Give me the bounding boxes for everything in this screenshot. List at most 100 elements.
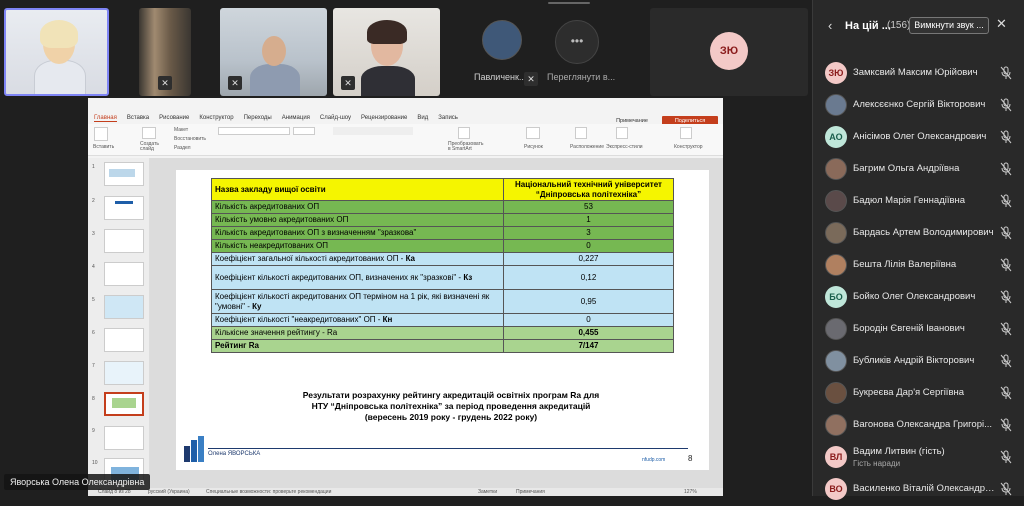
- font-name-select[interactable]: [218, 127, 290, 135]
- slide-page-number: 8: [688, 454, 693, 463]
- participant-row[interactable]: Бешта Лілія Валеріївна: [813, 250, 1024, 282]
- paste-button[interactable]: Вставить: [93, 144, 114, 150]
- university-logo-icon: [184, 436, 204, 462]
- table-row: Коефіцієнт кількості "неакредитованих" О…: [211, 313, 674, 327]
- video-tile-4[interactable]: ✕: [333, 8, 440, 96]
- more-icon: •••: [555, 20, 599, 64]
- slide-thumbnail[interactable]: [104, 262, 144, 286]
- avatar: БО: [825, 286, 847, 308]
- muted-mic-icon: [1000, 482, 1012, 496]
- back-chevron-icon[interactable]: ‹: [828, 18, 832, 33]
- layout-button[interactable]: Макет: [174, 127, 188, 133]
- slide-thumbnail-selected[interactable]: [104, 392, 144, 416]
- participant-row[interactable]: Алексєєнко Сергій Вікторович: [813, 90, 1024, 122]
- participant-row[interactable]: БО Бойко Олег Олександрович: [813, 282, 1024, 314]
- panel-header: ‹ На цій ... (156) Вимкнути звук ... ✕: [813, 0, 1024, 52]
- table-row: Кількість неакредитованих ОП 0: [211, 239, 674, 253]
- participant-row[interactable]: Букреєва Дар'я Сергіївна: [813, 378, 1024, 410]
- notes-toggle[interactable]: Заметки: [478, 489, 497, 495]
- arrange-button[interactable]: Расположение: [570, 144, 604, 150]
- muted-mic-icon: ✕: [228, 76, 242, 90]
- slide-thumbnail[interactable]: [104, 295, 144, 319]
- tab-design[interactable]: Конструктор: [199, 115, 233, 121]
- participant-row[interactable]: ВО Василенко Віталій Олександро...: [813, 474, 1024, 506]
- slide-thumbnail[interactable]: [104, 229, 144, 253]
- paragraph-tools[interactable]: [333, 127, 413, 135]
- status-accessibility[interactable]: Специальные возможности: проверьте реком…: [206, 489, 331, 495]
- video-tile-2[interactable]: ✕: [139, 8, 191, 96]
- video-tile-initials[interactable]: ЗЮ: [650, 8, 808, 96]
- new-slide-button[interactable]: Создать слайд: [140, 142, 160, 152]
- tab-record[interactable]: Запись: [438, 115, 458, 121]
- caption-line: (вересень 2019 року - грудень 2022 року): [364, 412, 538, 422]
- accreditation-table: Назва закладу вищої освіти Національний …: [211, 178, 674, 353]
- status-language[interactable]: русский (Украина): [148, 489, 190, 495]
- slide-thumbnail[interactable]: [104, 361, 144, 385]
- table-row: Кількість акредитованих ОП 53: [211, 200, 674, 214]
- designer-icon[interactable]: [680, 127, 692, 139]
- participant-row[interactable]: Вагонова Олександра Григорі...: [813, 410, 1024, 442]
- tab-insert[interactable]: Вставка: [127, 115, 149, 121]
- participant-row[interactable]: Бородін Євгеній Іванович: [813, 314, 1024, 346]
- slide: Назва закладу вищої освіти Національний …: [176, 170, 709, 470]
- participant-row[interactable]: Бардась Артем Володимирович: [813, 218, 1024, 250]
- more-participants-tile[interactable]: ••• Переглянути в...: [545, 8, 625, 88]
- section-button[interactable]: Раздел: [174, 145, 191, 151]
- participant-row[interactable]: Бубликів Андрій Вікторович: [813, 346, 1024, 378]
- quick-styles-button[interactable]: Экспресс-стили: [606, 144, 643, 150]
- slide-thumbnail[interactable]: [104, 328, 144, 352]
- tab-view[interactable]: Вид: [417, 115, 428, 121]
- convert-smartart-icon[interactable]: [458, 127, 470, 139]
- thumb-number: 3: [92, 231, 95, 237]
- thumb-number: 1: [92, 164, 95, 170]
- row-value: 3: [503, 226, 674, 240]
- participant-name: Бойко Олег Олександрович: [853, 291, 976, 302]
- picture-button[interactable]: Рисунок: [524, 144, 543, 150]
- convert-smartart-button[interactable]: Преобразовать в SmartArt: [448, 142, 486, 152]
- participant-row[interactable]: ЗЮ Замксвий Максим Юрійович: [813, 58, 1024, 90]
- arrange-icon[interactable]: [575, 127, 587, 139]
- slide-thumbnail[interactable]: [104, 196, 144, 220]
- avatar: [825, 94, 847, 116]
- row-value: 0,227: [503, 252, 674, 266]
- participant-photo-tile[interactable]: Павличенк... ✕: [470, 8, 550, 88]
- mute-all-button[interactable]: Вимкнути звук ...: [909, 17, 989, 34]
- quick-styles-icon[interactable]: [616, 127, 628, 139]
- participant-row[interactable]: АО Анісімов Олег Олександрович: [813, 122, 1024, 154]
- avatar: [825, 190, 847, 212]
- tab-draw[interactable]: Рисование: [159, 115, 189, 121]
- participant-row[interactable]: Багрим Ольга Андріївна: [813, 154, 1024, 186]
- reset-button[interactable]: Восстановить: [174, 136, 206, 142]
- drag-handle[interactable]: [548, 2, 590, 4]
- avatar: [825, 254, 847, 276]
- row-label: Кількість акредитованих ОП з визначенням…: [211, 226, 504, 240]
- picture-icon[interactable]: [526, 127, 540, 139]
- avatar: [825, 414, 847, 436]
- participant-name: Вагонова Олександра Григорі...: [853, 419, 993, 430]
- row-value: 0,95: [503, 289, 674, 314]
- comments-toggle[interactable]: Примечания: [516, 489, 545, 495]
- muted-mic-icon: [1000, 226, 1012, 240]
- video-tile-1[interactable]: [4, 8, 109, 96]
- row-value: 7/147: [503, 339, 674, 353]
- panel-title: На цій ...: [845, 20, 891, 32]
- designer-button[interactable]: Конструктор: [674, 144, 703, 150]
- tab-transitions[interactable]: Переходы: [244, 115, 272, 121]
- participant-row[interactable]: ВЛ Вадим Литвин (гість) Гість наради: [813, 442, 1024, 474]
- row-label: Кількість акредитованих ОП: [211, 200, 504, 214]
- participant-name: Бешта Лілія Валеріївна: [853, 259, 957, 270]
- video-tile-3[interactable]: ✕: [220, 8, 327, 96]
- slide-thumbnail[interactable]: [104, 162, 144, 186]
- paste-icon[interactable]: [94, 127, 108, 141]
- font-size-select[interactable]: [293, 127, 315, 135]
- close-icon[interactable]: ✕: [996, 16, 1007, 32]
- tab-review[interactable]: Рецензирование: [361, 115, 407, 121]
- zoom-level[interactable]: 127%: [684, 489, 697, 495]
- tab-animations[interactable]: Анимация: [282, 115, 310, 121]
- tab-home[interactable]: Главная: [94, 115, 117, 122]
- table-row: Кількісне значення рейтингу - Ra 0,455: [211, 326, 674, 340]
- participant-row[interactable]: Бадюл Марія Геннадіївна: [813, 186, 1024, 218]
- new-slide-icon[interactable]: [142, 127, 156, 139]
- tab-slideshow[interactable]: Слайд-шоу: [320, 115, 351, 121]
- slide-thumbnail[interactable]: [104, 426, 144, 450]
